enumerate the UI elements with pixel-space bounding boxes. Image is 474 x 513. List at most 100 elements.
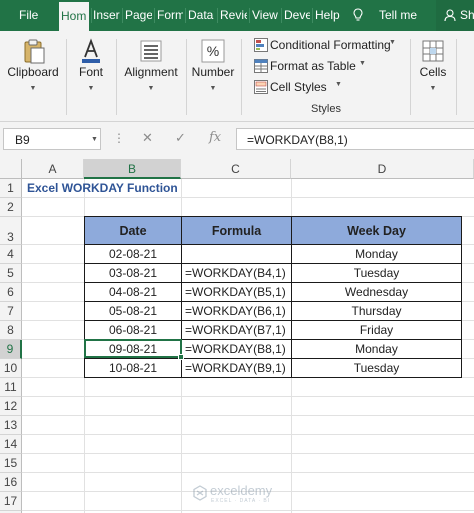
drag-handle-icon[interactable]: ⋮ <box>113 131 125 145</box>
row-header-16[interactable]: 16 <box>0 473 22 492</box>
font-group[interactable]: Font ▼ <box>68 31 114 122</box>
table-row: 10-08-21 =WORKDAY(B9,1) Tuesday <box>84 358 462 378</box>
cancel-icon[interactable]: ✕ <box>142 130 153 146</box>
date-cell[interactable]: 10-08-21 <box>84 358 182 378</box>
select-all-corner[interactable] <box>0 159 22 179</box>
lightbulb-icon <box>353 8 363 21</box>
tab-review[interactable]: Revie <box>220 0 247 31</box>
row-header-7[interactable]: 7 <box>0 302 22 321</box>
weekday-cell[interactable]: Tuesday <box>291 263 462 283</box>
chevron-down-icon[interactable]: ▼ <box>91 136 98 143</box>
cells-grid-icon <box>422 40 444 62</box>
formula-cell[interactable]: =WORKDAY(B4,1) <box>181 263 292 283</box>
row-header-1[interactable]: 1 <box>0 179 22 198</box>
formula-cell[interactable]: =WORKDAY(B7,1) <box>181 320 292 340</box>
tab-view[interactable]: View <box>252 0 279 31</box>
tab-data[interactable]: Data <box>188 0 215 31</box>
tab-separator <box>122 8 123 23</box>
chevron-down-icon: ▼ <box>335 81 342 88</box>
row-header-17[interactable]: 17 <box>0 492 22 511</box>
row-header-8[interactable]: 8 <box>0 321 22 340</box>
ribbon: Clipboard ▼ Font ▼ Alignment ▼ % Number … <box>0 31 474 122</box>
column-header-a[interactable]: A <box>22 159 84 179</box>
name-box[interactable]: B9 ▼ <box>3 128 101 150</box>
date-cell[interactable]: 06-08-21 <box>84 320 182 340</box>
row-header-6[interactable]: 6 <box>0 283 22 302</box>
formula-input[interactable]: =WORKDAY(B8,1) <box>236 128 474 150</box>
tab-separator <box>154 8 155 23</box>
tab-home[interactable]: Hom <box>59 0 89 31</box>
tab-insert[interactable]: Inser <box>93 0 120 31</box>
gridline <box>22 453 474 454</box>
workday-table: Date Formula Week Day 02-08-21 Monday 03… <box>84 216 462 378</box>
row-header-13[interactable]: 13 <box>0 416 22 435</box>
header-date[interactable]: Date <box>84 216 182 245</box>
fill-handle[interactable] <box>178 354 184 360</box>
formula-cell[interactable]: =WORKDAY(B9,1) <box>181 358 292 378</box>
weekday-cell[interactable]: Tuesday <box>291 358 462 378</box>
tab-file[interactable]: File <box>19 0 43 31</box>
tab-separator <box>312 8 313 23</box>
row-header-3[interactable]: 3 <box>0 217 22 245</box>
align-lines-icon <box>140 40 162 62</box>
clipboard-group[interactable]: Clipboard ▼ <box>2 31 64 122</box>
table-row: 03-08-21 =WORKDAY(B4,1) Tuesday <box>84 263 462 283</box>
cells-group[interactable]: Cells ▼ <box>412 31 454 122</box>
header-weekday[interactable]: Week Day <box>291 216 462 245</box>
tab-developer[interactable]: Deve <box>284 0 310 31</box>
formula-cell[interactable] <box>181 244 292 264</box>
number-group[interactable]: % Number ▼ <box>188 31 238 122</box>
row-header-11[interactable]: 11 <box>0 378 22 397</box>
clipboard-label: Clipboard <box>7 65 59 79</box>
date-cell[interactable]: 03-08-21 <box>84 263 182 283</box>
formula-cell[interactable]: =WORKDAY(B6,1) <box>181 301 292 321</box>
font-color-icon <box>82 38 100 63</box>
row-header-12[interactable]: 12 <box>0 397 22 416</box>
ribbon-divider <box>186 39 187 115</box>
column-header-d[interactable]: D <box>291 159 474 179</box>
tab-page-layout[interactable]: Page <box>125 0 152 31</box>
date-cell[interactable]: 04-08-21 <box>84 282 182 302</box>
row-header-5[interactable]: 5 <box>0 264 22 283</box>
column-header-b[interactable]: B <box>84 159 181 179</box>
row-header-4[interactable]: 4 <box>0 245 22 264</box>
date-cell[interactable]: 05-08-21 <box>84 301 182 321</box>
tab-separator <box>185 8 186 23</box>
weekday-cell[interactable]: Thursday <box>291 301 462 321</box>
formula-cell[interactable]: =WORKDAY(B8,1) <box>181 339 292 359</box>
row-header-14[interactable]: 14 <box>0 435 22 454</box>
weekday-cell[interactable]: Monday <box>291 244 462 264</box>
watermark-name: exceldemy <box>210 483 273 498</box>
row-header-10[interactable]: 10 <box>0 359 22 378</box>
percent-icon: % <box>201 39 225 63</box>
column-header-c[interactable]: C <box>181 159 291 179</box>
row-header-2[interactable]: 2 <box>0 198 22 217</box>
tab-separator <box>91 8 92 23</box>
gridline <box>22 396 474 397</box>
gridline <box>22 510 474 511</box>
enter-icon[interactable]: ✓ <box>175 130 186 146</box>
row-header-9[interactable]: 9 <box>0 340 22 359</box>
insert-function-icon[interactable]: fx <box>209 130 221 145</box>
ribbon-divider <box>116 39 117 115</box>
tab-formulas[interactable]: Form <box>157 0 183 31</box>
conditional-formatting-label: Conditional Formatting <box>270 38 391 52</box>
table-row: 05-08-21 =WORKDAY(B6,1) Thursday <box>84 301 462 321</box>
alignment-label: Alignment <box>124 65 178 79</box>
ribbon-divider <box>241 39 242 115</box>
table-row: 04-08-21 =WORKDAY(B5,1) Wednesday <box>84 282 462 302</box>
tab-help[interactable]: Help <box>315 0 342 31</box>
date-cell[interactable]: 09-08-21 <box>84 339 182 359</box>
tell-me-search[interactable]: Tell me <box>379 0 427 31</box>
formula-cell[interactable]: =WORKDAY(B5,1) <box>181 282 292 302</box>
date-cell[interactable]: 02-08-21 <box>84 244 182 264</box>
sheet-title[interactable]: Excel WORKDAY Function <box>27 181 178 195</box>
row-header-15[interactable]: 15 <box>0 454 22 473</box>
alignment-group[interactable]: Alignment ▼ <box>118 31 184 122</box>
share-label[interactable]: Sh <box>460 0 474 31</box>
weekday-cell[interactable]: Monday <box>291 339 462 359</box>
weekday-cell[interactable]: Friday <box>291 320 462 340</box>
weekday-cell[interactable]: Wednesday <box>291 282 462 302</box>
header-formula[interactable]: Formula <box>181 216 292 245</box>
table-header-row: Date Formula Week Day <box>84 216 462 245</box>
